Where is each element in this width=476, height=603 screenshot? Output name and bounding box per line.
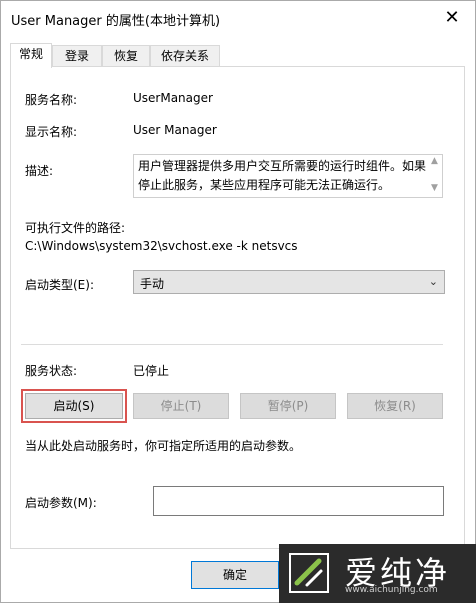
site-watermark: 爱纯净 www.aichunjing.com [279, 544, 476, 603]
startup-type-select[interactable]: 手动 ⌄ [133, 270, 445, 294]
start-button[interactable]: 启动(S) [25, 393, 123, 419]
display-name-value: User Manager [133, 123, 217, 137]
chevron-down-icon: ⌄ [428, 275, 438, 288]
service-name-label: 服务名称: [25, 93, 78, 107]
start-params-hint: 当从此处启动服务时，你可指定所适用的启动参数。 [25, 439, 302, 453]
properties-dialog: User Manager 的属性(本地计算机) ✕ 常规 登录 恢复 依存关系 … [0, 0, 476, 603]
watermark-logo-icon [289, 553, 329, 593]
tab-dependencies[interactable]: 依存关系 [150, 45, 220, 67]
stop-button[interactable]: 停止(T) [133, 393, 229, 419]
service-name-value: UserManager [133, 91, 213, 105]
start-params-input[interactable] [153, 486, 444, 516]
description-scrollbar[interactable]: ▲ ▼ [428, 155, 442, 197]
service-status-label: 服务状态: [25, 364, 78, 378]
description-box[interactable]: 用户管理器提供多用户交互所需要的运行时组件。如果停止此服务，某些应用程序可能无法… [133, 154, 443, 198]
close-icon[interactable]: ✕ [439, 5, 465, 31]
scroll-down-icon[interactable]: ▼ [431, 183, 438, 193]
pause-button[interactable]: 暂停(P) [240, 393, 336, 419]
tab-recovery[interactable]: 恢复 [102, 45, 150, 67]
ok-button[interactable]: 确定 [191, 561, 279, 589]
display-name-label: 显示名称: [25, 125, 78, 139]
startup-type-label: 启动类型(E): [25, 278, 94, 292]
start-params-label: 启动参数(M): [25, 496, 97, 510]
startup-type-value: 手动 [140, 277, 165, 291]
tab-logon[interactable]: 登录 [52, 45, 102, 67]
resume-button[interactable]: 恢复(R) [347, 393, 443, 419]
path-value: C:\Windows\system32\svchost.exe -k netsv… [25, 239, 298, 253]
path-label: 可执行文件的路径: [25, 221, 126, 235]
title-bar: User Manager 的属性(本地计算机) ✕ [1, 1, 475, 35]
description-label: 描述: [25, 164, 54, 178]
divider [21, 344, 443, 345]
general-panel: 服务名称: UserManager 显示名称: User Manager 描述:… [10, 66, 465, 549]
scroll-up-icon[interactable]: ▲ [431, 156, 438, 166]
description-text: 用户管理器提供多用户交互所需要的运行时组件。如果停止此服务，某些应用程序可能无法… [138, 159, 427, 192]
service-status-value: 已停止 [133, 364, 170, 378]
tab-general[interactable]: 常规 [10, 43, 52, 68]
window-title: User Manager 的属性(本地计算机) [11, 14, 221, 29]
watermark-url: www.aichunjing.com [345, 585, 438, 595]
